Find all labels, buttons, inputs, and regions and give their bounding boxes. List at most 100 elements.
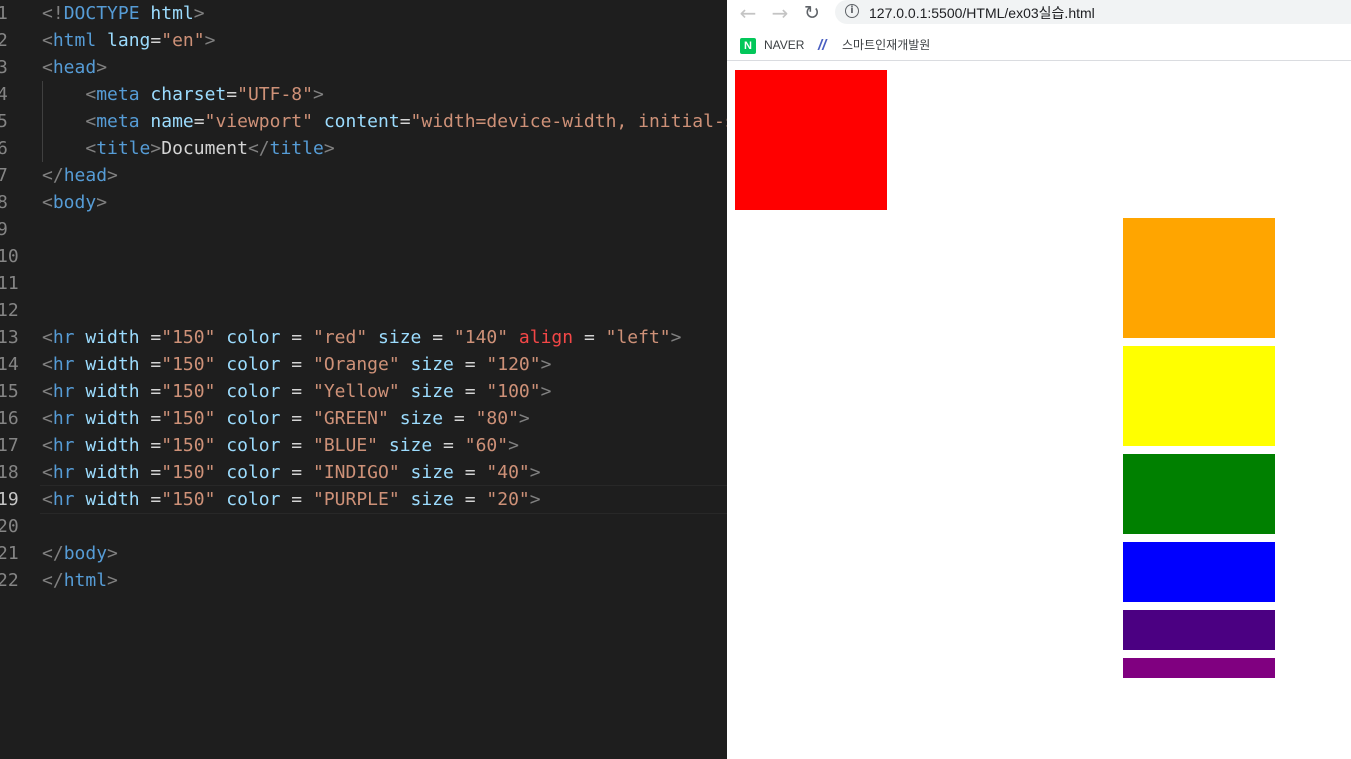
code-token: "150" <box>161 381 216 402</box>
code-line[interactable]: 22 </html> <box>0 567 727 594</box>
back-button[interactable]: ← <box>736 2 760 24</box>
code-token: "80" <box>475 408 519 429</box>
code-token: < <box>42 435 53 456</box>
hr-green <box>1123 454 1275 534</box>
code-line[interactable]: 7 </head> <box>0 162 727 189</box>
line-number: 15 <box>0 381 19 402</box>
code-token: = <box>139 489 162 510</box>
code-line[interactable]: 17 <hr width ="150" color = "BLUE" size =… <box>0 432 727 459</box>
code-token: </ <box>42 543 64 564</box>
code-token: = <box>280 408 313 429</box>
code-token: "UTF-8" <box>237 84 313 105</box>
line-number: 14 <box>0 354 19 375</box>
line-code: </body> <box>42 540 118 567</box>
line-number: 10 <box>0 246 19 267</box>
code-line[interactable]: 11 <box>0 270 727 297</box>
code-line[interactable]: 9 <box>0 216 727 243</box>
code-token: > <box>508 435 519 456</box>
code-token: = <box>421 327 454 348</box>
code-line[interactable]: 13 <hr width ="150" color = "red" size = … <box>0 324 727 351</box>
code-token: "150" <box>161 462 216 483</box>
line-code: </head> <box>42 162 118 189</box>
code-line[interactable]: 19 <hr width ="150" color = "PURPLE" size… <box>0 485 727 514</box>
code-token: html <box>150 3 194 24</box>
code-line[interactable]: 10 <box>0 243 727 270</box>
line-number: 13 <box>0 327 19 348</box>
code-line[interactable]: 6 <title>Document</title> <box>0 135 727 162</box>
code-token: hr <box>52 489 75 510</box>
info-icon[interactable]: i <box>845 4 859 18</box>
code-token: > <box>529 489 541 510</box>
code-token: < <box>42 57 53 78</box>
code-token: = <box>453 489 487 510</box>
code-token: content <box>323 111 400 132</box>
bookmark-naver[interactable]: N NAVER <box>740 35 804 55</box>
code-token: color <box>226 435 281 456</box>
code-line[interactable]: 2 <html lang="en"> <box>0 27 727 54</box>
bookmark-label: NAVER <box>764 38 805 52</box>
code-token: = <box>280 354 313 375</box>
line-number: 21 <box>0 543 19 564</box>
hr-red <box>735 70 887 210</box>
code-line[interactable]: 15 <hr width ="150" color = "Yellow" size… <box>0 378 727 405</box>
code-token: < <box>42 408 53 429</box>
code-line[interactable]: 4 <meta charset="UTF-8"> <box>0 81 727 108</box>
code-token: > <box>107 543 118 564</box>
code-token: hr <box>52 327 75 348</box>
code-token: = <box>280 435 313 456</box>
code-line[interactable]: 5 <meta name="viewport" content="width=d… <box>0 108 727 135</box>
code-token: size <box>410 489 454 510</box>
line-number: 8 <box>0 192 8 213</box>
line-code: <hr width ="150" color = "Yellow" size =… <box>42 378 551 405</box>
line-number: 17 <box>0 435 19 456</box>
bookmark-smart[interactable]: // 스마트인재개발원 <box>818 35 930 55</box>
code-line[interactable]: 1 <!DOCTYPE html> <box>0 0 727 27</box>
code-token: "150" <box>161 327 216 348</box>
line-code: <hr width ="150" color = "BLUE" size = "… <box>42 432 519 459</box>
code-token: = <box>150 30 162 51</box>
code-token: "INDIGO" <box>312 462 400 483</box>
code-token: = <box>139 462 162 483</box>
code-token: "150" <box>161 435 216 456</box>
code-token: = <box>139 435 162 456</box>
reload-button[interactable]: ↻ <box>800 2 824 24</box>
forward-button[interactable]: → <box>768 2 792 24</box>
code-line[interactable]: 8 <body> <box>0 189 727 216</box>
code-line[interactable]: 20 <box>0 513 727 540</box>
code-token: = <box>280 489 313 510</box>
code-token: width <box>85 327 140 348</box>
code-token: > <box>518 408 530 429</box>
code-token: "150" <box>161 354 216 375</box>
code-line[interactable]: 3 <head> <box>0 54 727 81</box>
code-token: hr <box>52 354 75 375</box>
code-line[interactable]: 12 <box>0 297 727 324</box>
code-line[interactable]: 21 </body> <box>0 540 727 567</box>
line-number: 4 <box>0 84 8 105</box>
line-code: <hr width ="150" color = "Orange" size =… <box>42 351 551 378</box>
code-token: title <box>96 138 151 159</box>
code-line[interactable]: 16 <hr width ="150" color = "GREEN" size … <box>0 405 727 432</box>
code-token: "PURPLE" <box>312 489 400 510</box>
code-editor[interactable]: 1 <!DOCTYPE html> 2 <html lang="en"> 3 <head>… <box>0 0 727 759</box>
code-token: "60" <box>464 435 509 456</box>
url-text[interactable]: 127.0.0.1:5500/HTML/ex03실습.html <box>869 3 1095 23</box>
hr-indigo <box>1123 610 1275 650</box>
code-line[interactable]: 18 <hr width ="150" color = "INDIGO" size… <box>0 459 727 486</box>
code-token: html <box>52 30 97 51</box>
code-token: width <box>85 354 140 375</box>
address-bar[interactable]: i 127.0.0.1:5500/HTML/ex03실습.html <box>835 0 1351 24</box>
code-token: size <box>388 435 433 456</box>
code-token: = <box>453 354 487 375</box>
code-token: "en" <box>161 30 205 51</box>
code-line[interactable]: 14 <hr width ="150" color = "Orange" size… <box>0 351 727 378</box>
